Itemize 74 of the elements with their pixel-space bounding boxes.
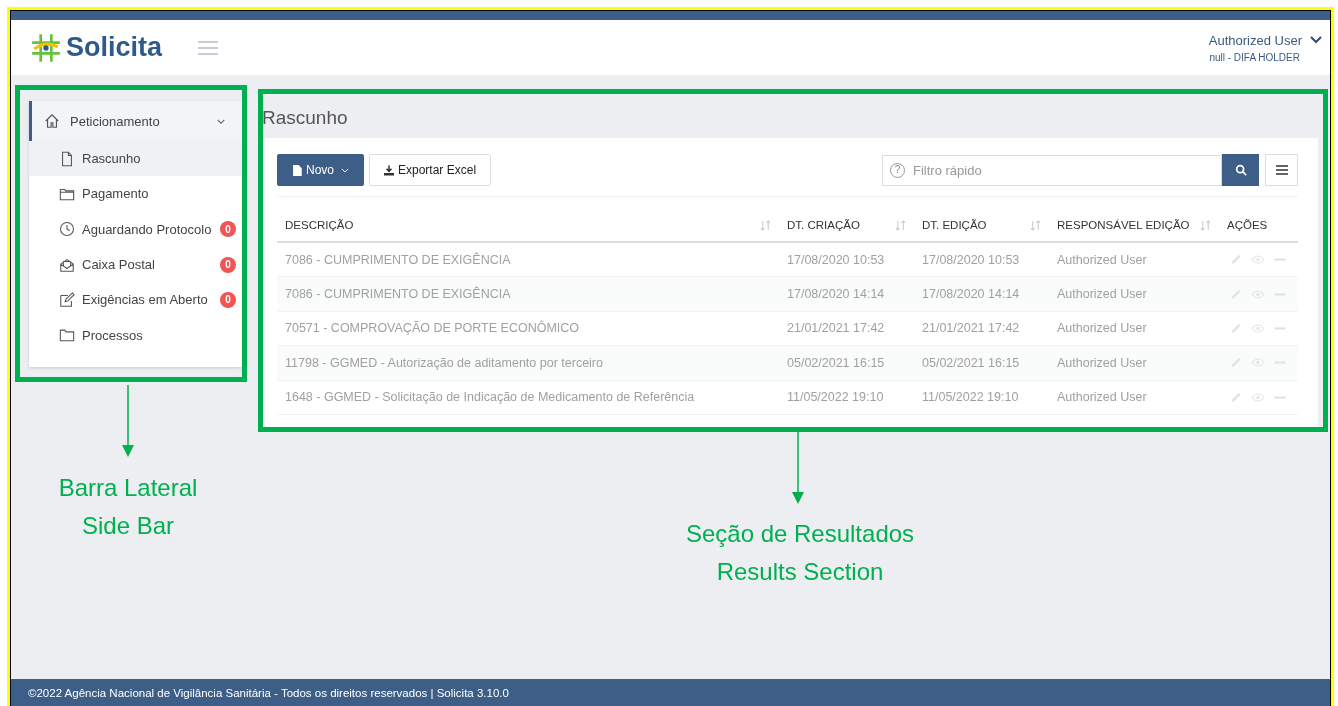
user-menu[interactable]: Authorized User null - DIFA HOLDER <box>1208 32 1300 63</box>
download-icon <box>384 164 394 176</box>
table-cell: Authorized User <box>1057 321 1147 336</box>
table-cell: Authorized User <box>1057 390 1147 405</box>
table-cell: 21/01/2021 17:42 <box>787 321 885 336</box>
item-icon <box>59 221 75 238</box>
annotation-label: Barra Lateral <box>58 473 198 503</box>
caret-icon <box>341 167 349 173</box>
column-header[interactable]: DT. EDIÇÃO <box>922 219 987 231</box>
column-header[interactable]: DT. CRIAÇÃO <box>787 219 860 231</box>
sort-icon[interactable] <box>1030 219 1041 231</box>
column-header[interactable]: AÇÕES <box>1227 219 1268 231</box>
table-cell: 70571 - COMPROVAÇÃO DE PORTE ECONÔMICO <box>285 321 580 336</box>
count-badge: 0 <box>220 291 236 308</box>
annotation-label: Seção de Resultados <box>685 519 915 549</box>
menu-icon[interactable] <box>198 39 219 56</box>
table-cell: 05/02/2021 16:15 <box>787 355 885 370</box>
menu-group-item[interactable]: Peticionamento <box>29 101 242 141</box>
table-cell: 17/08/2020 14:14 <box>787 287 885 302</box>
eye-icon[interactable] <box>1251 253 1265 267</box>
page-title: Rascunho <box>261 98 1318 138</box>
table-cell: 21/01/2021 17:42 <box>922 321 1020 336</box>
new-button[interactable]: Novo <box>277 154 364 186</box>
sort-icon[interactable] <box>1200 219 1211 231</box>
chevron-icon <box>216 117 226 125</box>
sidebar-item[interactable]: Pagamento <box>29 176 242 212</box>
sidebar-item[interactable]: Processos <box>29 317 242 353</box>
user-role: null - DIFA HOLDER <box>1209 51 1300 63</box>
table-cell: Authorized User <box>1057 355 1147 370</box>
logo-icon <box>30 31 62 64</box>
item-icon <box>59 327 75 344</box>
sidebar-item[interactable]: Caixa Postal 0 <box>29 246 242 283</box>
table-cell: 17/08/2020 14:14 <box>922 287 1020 302</box>
column-header[interactable]: RESPONSÁVEL EDIÇÃO <box>1057 219 1190 231</box>
export-button[interactable]: Exportar Excel <box>369 154 492 186</box>
columns-menu-button[interactable] <box>1265 154 1298 186</box>
pencil-icon[interactable] <box>1229 390 1243 404</box>
table-cell: 7086 - CUMPRIMENTO DE EXIGÊNCIA <box>285 287 511 302</box>
item-icon <box>59 150 75 167</box>
annotation-label: Side Bar <box>81 511 175 541</box>
item-icon <box>59 291 75 308</box>
table-cell: 05/02/2021 16:15 <box>922 355 1020 370</box>
footer-text: ©2022 Agência Nacional de Vigilância Sanitária - Todos os direitos reservados | Solicita 3.10.0 <box>11 679 1330 706</box>
sort-icon[interactable] <box>760 219 771 231</box>
eye-icon[interactable] <box>1251 390 1265 404</box>
menu-icon <box>1275 164 1288 176</box>
document-icon <box>292 164 302 176</box>
table-cell: 7086 - CUMPRIMENTO DE EXIGÊNCIA <box>285 252 511 267</box>
search-icon <box>1234 164 1247 176</box>
table-cell: 11798 - GGMED - Autorização de aditamento por terceiro <box>285 355 603 370</box>
count-badge: 0 <box>220 221 236 238</box>
table-cell: 11/05/2022 19:10 <box>787 390 884 405</box>
column-header[interactable]: DESCRIÇÃO <box>285 219 354 231</box>
sort-icon[interactable] <box>895 219 906 231</box>
table-cell: 17/08/2020 10:53 <box>787 252 885 267</box>
sidebar-item[interactable]: Rascunho <box>29 141 242 177</box>
pencil-icon[interactable] <box>1229 253 1243 267</box>
table-cell: 17/08/2020 10:53 <box>922 252 1020 267</box>
eye-icon[interactable] <box>1251 321 1265 335</box>
item-icon <box>59 256 75 273</box>
count-badge: 0 <box>220 256 236 273</box>
sidebar-item[interactable]: Aguardando Protocolo 0 <box>29 211 242 247</box>
sidebar-item[interactable]: Exigências em Aberto 0 <box>29 282 242 318</box>
table-cell: Authorized User <box>1057 252 1147 267</box>
logo: Solicita <box>30 31 163 64</box>
table-cell: Authorized User <box>1057 287 1147 302</box>
search-button[interactable] <box>1222 154 1259 186</box>
home-icon <box>44 113 60 129</box>
pencil-icon[interactable] <box>1229 321 1243 335</box>
table-cell: 1648 - GGMED - Solicitação de Indicação de Medicamento de Referência <box>285 390 695 405</box>
chevron-down-icon <box>1310 36 1322 44</box>
table-cell: 11/05/2022 19:10 <box>922 390 1019 405</box>
annotation-label: Results Section <box>716 557 884 587</box>
user-name: Authorized User <box>1208 32 1302 48</box>
